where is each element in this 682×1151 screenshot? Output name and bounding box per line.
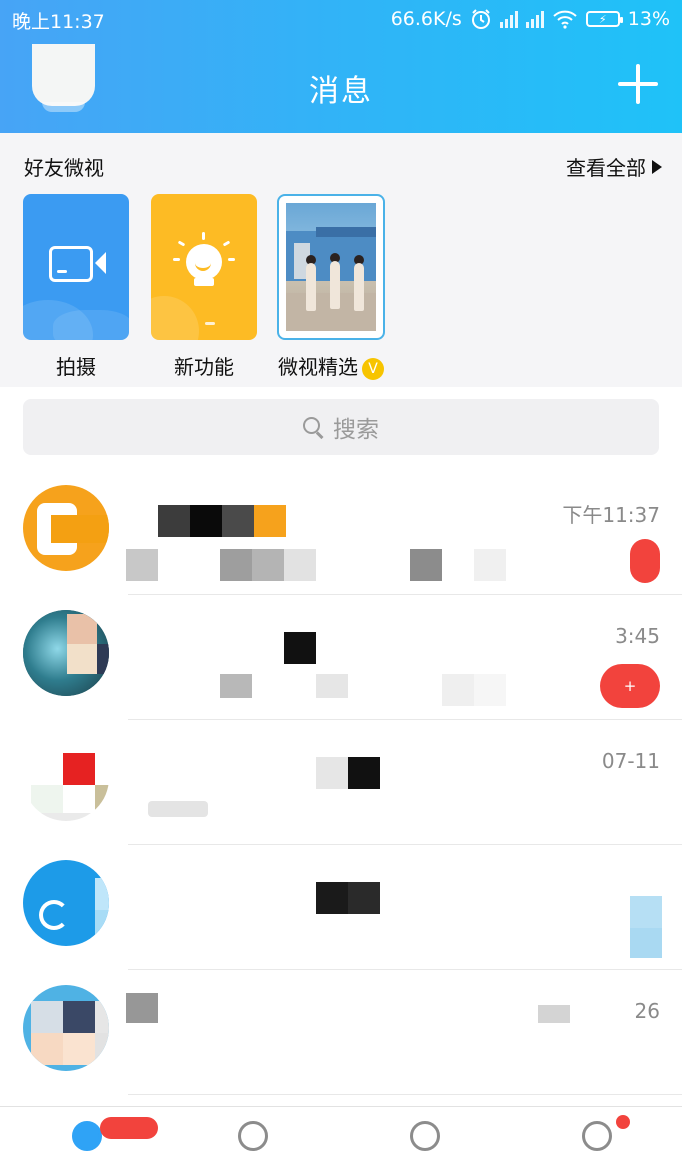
conversation-row[interactable]: 07-11 [0, 721, 682, 845]
divider [128, 1094, 682, 1095]
message-time: 下午11:37 [562, 503, 660, 527]
friends-video-section: 好友微视 查看全部 拍摄 新功能 微视精选 V [0, 133, 682, 387]
status-indicators: 66.6K/s ⚡ 13% [391, 7, 670, 31]
divider [128, 719, 682, 720]
avatar [23, 485, 109, 571]
tab-messages[interactable] [72, 1121, 102, 1151]
message-time: 07-11 [601, 749, 660, 773]
view-all-label: 查看全部 [566, 156, 646, 180]
signal-icon [499, 10, 518, 28]
search-section: 搜索 [0, 387, 682, 471]
page-title: 消息 [309, 74, 373, 109]
message-time: 3:45 [615, 624, 660, 648]
app-header: 晚上11:37 66.6K/s ⚡ 13% 消息 [0, 0, 682, 133]
triangle-right-icon [652, 159, 662, 174]
search-icon [303, 417, 323, 437]
redacted-block [630, 928, 662, 958]
divider [128, 844, 682, 845]
status-time: 晚上11:37 [12, 11, 105, 33]
unread-badge: + [600, 664, 660, 708]
avatar [23, 735, 109, 821]
battery-charging-icon: ⚡ [585, 11, 623, 27]
new-feature-label: 新功能 [174, 355, 234, 379]
shoot-tile[interactable] [23, 194, 129, 340]
wifi-icon [553, 10, 577, 29]
status-bar: 晚上11:37 66.6K/s ⚡ 13% [0, 0, 682, 38]
avatar [23, 860, 109, 946]
vip-badge: V [362, 357, 384, 380]
redacted-block [630, 896, 662, 928]
tab-dynamics[interactable] [582, 1121, 612, 1151]
redacted-block [538, 1005, 570, 1023]
divider [128, 969, 682, 970]
conversation-row[interactable]: 3:45 + [0, 596, 682, 720]
weishi-picks-label-row: 微视精选 V [270, 351, 392, 380]
bottom-tab-bar [0, 1106, 682, 1151]
weishi-picks-tile[interactable] [277, 194, 385, 340]
battery-level: 13% [627, 8, 670, 30]
conversation-row[interactable]: 下午11:37 [0, 471, 682, 595]
new-feature-tile[interactable] [151, 194, 257, 340]
conversation-row[interactable]: 26 [0, 971, 682, 1095]
tab-contacts[interactable] [238, 1121, 268, 1151]
network-speed: 66.6K/s [390, 8, 462, 30]
conversation-row[interactable] [0, 846, 682, 970]
section-title: 好友微视 [24, 156, 104, 180]
alarm-clock-icon [471, 9, 490, 29]
tab-badge [100, 1117, 158, 1139]
view-all-link[interactable]: 查看全部 [566, 152, 662, 181]
title-bar: 消息 [0, 38, 682, 133]
search-placeholder: 搜索 [333, 417, 379, 443]
video-thumbnail [286, 203, 376, 331]
message-time: 26 [634, 999, 660, 1023]
signal-icon [525, 10, 544, 28]
avatar [23, 610, 109, 696]
unread-badge [630, 539, 660, 583]
tab-watch[interactable] [410, 1121, 440, 1151]
avatar [23, 985, 109, 1071]
shoot-label: 拍摄 [56, 355, 96, 379]
divider [128, 594, 682, 595]
weishi-picks-label: 微视精选 [278, 355, 358, 379]
search-input[interactable]: 搜索 [23, 399, 659, 455]
add-button[interactable] [618, 64, 658, 104]
